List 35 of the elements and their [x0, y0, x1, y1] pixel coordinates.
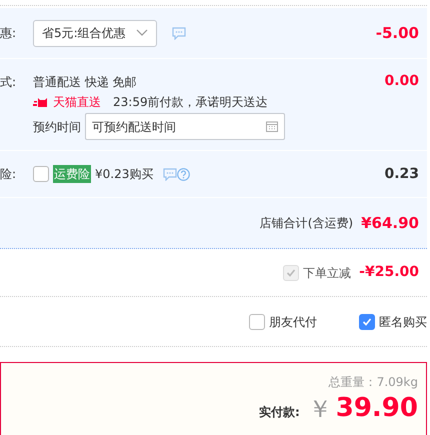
- checkbox[interactable]: [33, 166, 49, 182]
- check-icon: [362, 316, 372, 326]
- weight-text: 总重量：7.09kg: [328, 374, 418, 391]
- delivery-promise: 23:59前付款，承诺明天送达: [113, 94, 268, 111]
- checkbox[interactable]: [359, 314, 375, 330]
- insurance-price: ¥0.23购买: [95, 166, 154, 183]
- field-label: 式:: [0, 74, 18, 91]
- caret-icon: [136, 29, 148, 37]
- coupon-select[interactable]: 省5元:组合优惠: [33, 20, 157, 46]
- total-label: 店铺合计(含运费): [260, 215, 354, 232]
- total-amount: ¥64.90: [361, 212, 419, 234]
- help-icon: [177, 168, 190, 180]
- pay-label: 实付款:: [258, 404, 300, 421]
- cat-logo-icon: [33, 97, 49, 107]
- field-label: 险:: [0, 166, 18, 183]
- discount-label: 下单立减: [303, 264, 352, 282]
- calendar-icon: [266, 121, 278, 132]
- discount-amount: -¥25.00: [359, 263, 419, 282]
- currency-sign: ￥: [308, 397, 332, 421]
- check-icon: [286, 268, 296, 278]
- field-label: 惠:: [0, 25, 18, 42]
- option-label: 匿名购买: [379, 314, 427, 330]
- schedule-label: 预约时间: [33, 118, 81, 136]
- amount: 0.23: [384, 164, 419, 184]
- chat-icon: [172, 26, 186, 40]
- amount: -5.00: [376, 22, 419, 44]
- option-label: 朋友代付: [269, 314, 317, 330]
- checkbox[interactable]: [249, 314, 265, 330]
- chat-icon: [163, 168, 178, 180]
- delivery-method: 普通配送 快递 免邮: [33, 74, 138, 91]
- pay-total: 39.90: [336, 395, 418, 421]
- insurance-tag: 运费险: [53, 165, 91, 183]
- date-field[interactable]: 可预约配送时间: [85, 113, 285, 140]
- store-service-label: 天猫直送: [53, 94, 101, 111]
- amount: 0.00: [384, 72, 419, 91]
